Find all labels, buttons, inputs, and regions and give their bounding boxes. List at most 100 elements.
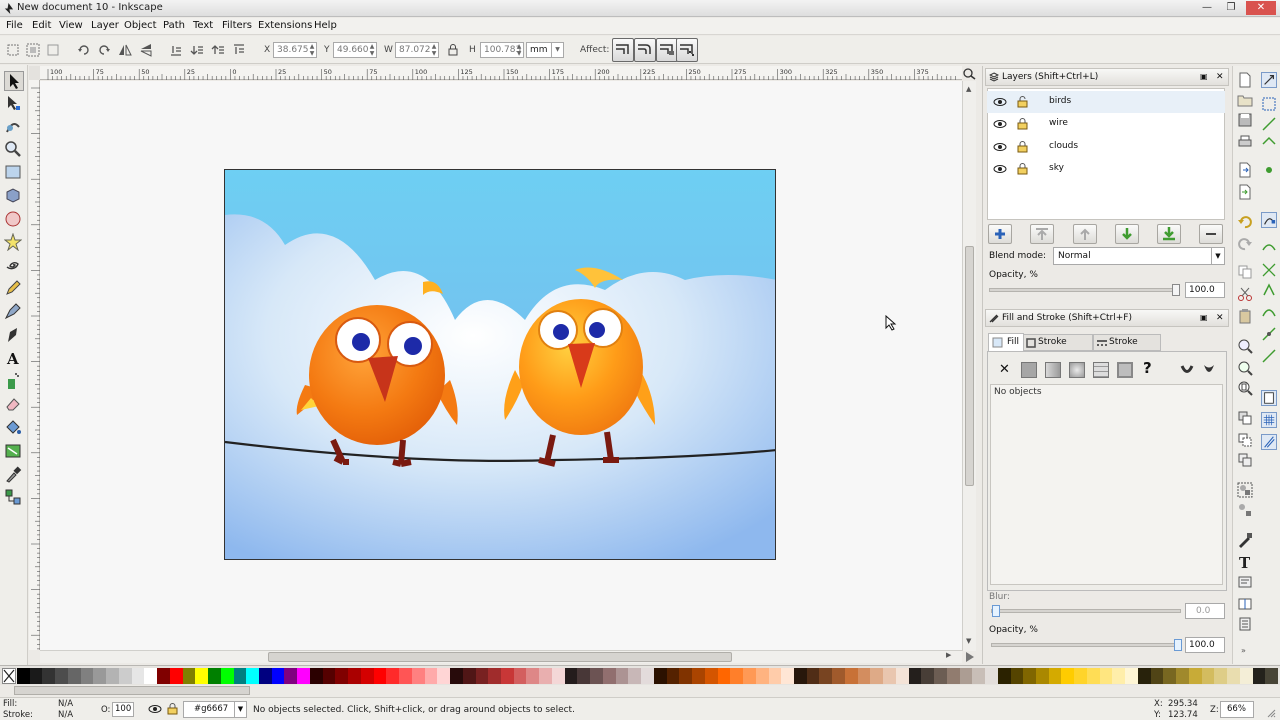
snap-bbox-icon[interactable]	[1261, 96, 1277, 112]
palette-swatch[interactable]	[93, 668, 107, 684]
x-spinner-arrows[interactable]: ▲ ▼	[308, 43, 316, 57]
preferences-icon[interactable]	[1237, 616, 1253, 632]
scroll-down-icon[interactable]: ▼	[966, 637, 971, 645]
palette-swatch[interactable]	[1239, 668, 1253, 684]
palette-swatch[interactable]	[1227, 668, 1241, 684]
fill-rule-nonzero-icon[interactable]	[1202, 363, 1216, 377]
rotate-cw-icon[interactable]	[96, 42, 112, 58]
menu-extensions[interactable]: Extensions	[258, 20, 312, 31]
selector-tool-icon[interactable]	[4, 71, 24, 91]
tab-fill[interactable]: Fill	[988, 333, 1024, 351]
palette-swatch[interactable]	[781, 668, 795, 684]
tab-stroke-paint[interactable]: Stroke paint	[1023, 334, 1093, 362]
palette-swatch[interactable]	[411, 668, 425, 684]
palette-swatch[interactable]	[1214, 668, 1228, 684]
layer-row-birds[interactable]: birds	[987, 91, 1225, 113]
palette-scrollbar[interactable]	[0, 685, 1280, 697]
node-tool-icon[interactable]	[4, 94, 24, 114]
duplicate-icon[interactable]	[1237, 410, 1253, 426]
menu-edit[interactable]: Edit	[32, 20, 51, 31]
palette-swatch[interactable]	[106, 668, 120, 684]
palette-swatch[interactable]	[908, 668, 922, 684]
palette-swatch[interactable]	[985, 668, 999, 684]
palette-swatch[interactable]	[1201, 668, 1215, 684]
menu-filters[interactable]: Filters	[222, 20, 252, 31]
print-icon[interactable]	[1237, 134, 1253, 150]
vertical-scroll-thumb[interactable]	[965, 246, 974, 486]
minimize-button[interactable]: —	[1196, 1, 1218, 15]
palette-swatch[interactable]	[819, 668, 833, 684]
layers-panel-header[interactable]: Layers (Shift+Ctrl+L) ▣ ✕	[985, 68, 1229, 86]
horizontal-scrollbar[interactable]: ▶	[40, 650, 962, 663]
palette-swatch[interactable]	[883, 668, 897, 684]
pen-tool-icon[interactable]	[4, 302, 24, 322]
palette-swatch[interactable]	[679, 668, 693, 684]
palette-swatch[interactable]	[386, 668, 400, 684]
menu-layer[interactable]: Layer	[91, 20, 119, 31]
raise-icon[interactable]	[210, 42, 226, 58]
no-color-swatch[interactable]	[2, 668, 16, 684]
affect-gradients-button[interactable]	[656, 38, 678, 62]
redo-icon[interactable]	[1237, 236, 1253, 252]
rectangle-tool-icon[interactable]	[4, 163, 24, 183]
palette-swatch[interactable]	[501, 668, 515, 684]
menu-path[interactable]: Path	[163, 20, 185, 31]
palette-swatch[interactable]	[322, 668, 336, 684]
palette-swatch[interactable]	[768, 668, 782, 684]
delete-layer-button[interactable]	[1199, 224, 1223, 244]
star-tool-icon[interactable]	[3, 232, 24, 253]
lower-to-bottom-icon[interactable]	[168, 42, 184, 58]
xml-editor-icon[interactable]	[1237, 574, 1253, 590]
palette-swatch[interactable]	[182, 668, 196, 684]
radial-gradient-icon[interactable]	[1069, 362, 1085, 378]
layer-lock-icon[interactable]	[167, 702, 178, 715]
scroll-up-icon[interactable]: ▲	[966, 85, 971, 93]
group-icon[interactable]	[1237, 482, 1253, 498]
layer-visibility-eye-icon[interactable]	[148, 703, 162, 715]
fill-stroke-panel-header[interactable]: Fill and Stroke (Shift+Ctrl+F) ▣ ✕	[985, 309, 1229, 327]
layer-to-bottom-button[interactable]	[1157, 224, 1181, 244]
deselect-icon[interactable]	[45, 42, 61, 58]
blur-slider[interactable]	[991, 605, 1181, 617]
affect-patterns-button[interactable]	[676, 38, 698, 62]
zoom-selection-icon[interactable]	[1237, 338, 1253, 354]
palette-swatch[interactable]	[844, 668, 858, 684]
palette-swatch[interactable]	[832, 668, 846, 684]
palette-swatch[interactable]	[959, 668, 973, 684]
import-icon[interactable]	[1237, 162, 1253, 178]
palette-swatch[interactable]	[1163, 668, 1177, 684]
palette-swatch[interactable]	[526, 668, 540, 684]
lock-open-icon[interactable]	[1017, 95, 1028, 108]
palette-swatch[interactable]	[577, 668, 591, 684]
palette-swatch[interactable]	[1252, 668, 1266, 684]
palette-swatch[interactable]	[80, 668, 94, 684]
palette-swatch[interactable]	[539, 668, 553, 684]
slider-thumb[interactable]	[1172, 284, 1180, 296]
palette-swatch[interactable]	[870, 668, 884, 684]
unit-select[interactable]: mm ▼	[526, 42, 564, 58]
palette-swatch[interactable]	[590, 668, 604, 684]
palette-swatch[interactable]	[42, 668, 56, 684]
palette-swatch[interactable]	[513, 668, 527, 684]
new-document-icon[interactable]	[1237, 72, 1253, 88]
lock-proportions-icon[interactable]	[445, 42, 461, 58]
menu-help[interactable]: Help	[314, 20, 337, 31]
palette-swatch[interactable]	[373, 668, 387, 684]
spiral-tool-icon[interactable]	[4, 256, 24, 276]
connector-tool-icon[interactable]	[4, 488, 24, 508]
lock-closed-icon[interactable]	[1017, 140, 1028, 153]
palette-swatch[interactable]	[29, 668, 43, 684]
tweak-tool-icon[interactable]	[4, 117, 24, 137]
current-layer-select[interactable]: #g6667 ▼	[183, 701, 247, 718]
palette-swatch[interactable]	[118, 668, 132, 684]
palette-swatch[interactable]	[666, 668, 680, 684]
snap-guides-icon[interactable]	[1261, 434, 1277, 450]
snap-paths-icon[interactable]	[1261, 238, 1277, 254]
palette-swatch[interactable]	[208, 668, 222, 684]
flip-horizontal-icon[interactable]	[117, 42, 133, 58]
select-all-icon[interactable]	[5, 42, 21, 58]
palette-swatch[interactable]	[972, 668, 986, 684]
undo-icon[interactable]	[1237, 214, 1253, 230]
palette-swatch[interactable]	[1265, 668, 1279, 684]
tab-stroke-style[interactable]: Stroke style	[1093, 334, 1161, 362]
